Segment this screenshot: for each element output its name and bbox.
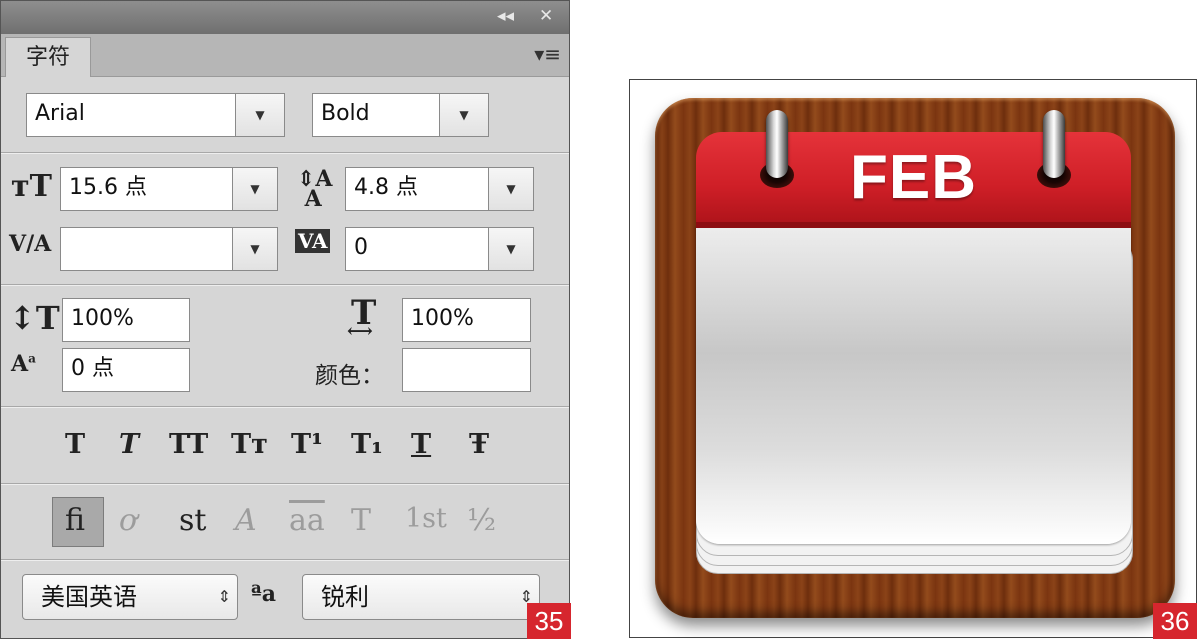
ordinals-button[interactable]: 1st — [405, 503, 447, 534]
discretionary-ligatures-button[interactable]: st — [179, 503, 206, 538]
calendar-icon-canvas: FEB — [629, 79, 1197, 638]
horizontal-scale-arrow-icon: ⟷ — [347, 321, 373, 342]
color-swatch[interactable] — [402, 348, 531, 392]
divider — [1, 406, 569, 408]
close-icon[interactable]: ✕ — [539, 6, 553, 26]
horizontal-scale-field[interactable]: 100% — [402, 298, 531, 342]
character-panel: ◂◂ ✕ 字符 ▾≡ Arial ▼ Bold ▼ ᴛT 15.6 点 ▼ ⇕A… — [0, 0, 570, 639]
tracking-dropdown[interactable]: ▼ — [488, 227, 534, 271]
fractions-button[interactable]: ½ — [467, 503, 496, 538]
font-style-field[interactable]: Bold — [312, 93, 440, 137]
faux-italic-button[interactable]: T — [119, 429, 139, 460]
panel-menu-icon[interactable]: ▾≡ — [534, 42, 561, 66]
divider — [1, 483, 569, 485]
language-value: 美国英语 — [41, 583, 137, 611]
divider — [1, 559, 569, 561]
kerning-icon: V/A — [9, 231, 52, 257]
font-family-field[interactable]: Arial — [26, 93, 236, 137]
strikethrough-button[interactable]: Ŧ — [469, 429, 489, 460]
stylistic-alternates-button[interactable]: aa — [289, 503, 325, 538]
figure-number-badge: 35 — [527, 603, 571, 639]
color-label: 颜色： — [315, 363, 384, 389]
standard-ligatures-button[interactable]: ﬁ — [65, 503, 85, 538]
leading-icon: ⇕A A — [297, 166, 333, 212]
titling-alternates-button[interactable]: T — [351, 503, 371, 538]
select-arrow-icon: ⇕ — [217, 587, 231, 606]
baseline-shift-icon: Aa — [11, 351, 36, 377]
kerning-dropdown[interactable]: ▼ — [232, 227, 278, 271]
divider — [1, 284, 569, 286]
panel-title-bar: ◂◂ ✕ — [1, 1, 569, 34]
faux-bold-button[interactable]: T — [65, 429, 85, 460]
swash-button[interactable]: A — [235, 503, 257, 538]
underline-button[interactable]: T — [411, 429, 431, 460]
font-family-dropdown[interactable]: ▼ — [235, 93, 285, 137]
font-size-dropdown[interactable]: ▼ — [232, 167, 278, 211]
antialias-select[interactable]: 锐利 ⇕ — [302, 574, 540, 620]
subscript-button[interactable]: T₁ — [351, 429, 383, 460]
binder-ring-right — [1043, 110, 1065, 178]
antialias-icon: ªa — [251, 581, 276, 607]
language-select[interactable]: 美国英语 ⇕ — [22, 574, 238, 620]
tab-row: 字符 ▾≡ — [1, 34, 569, 77]
baseline-shift-field[interactable]: 0 点 — [62, 348, 190, 392]
kerning-field[interactable] — [60, 227, 235, 271]
binder-ring-left — [766, 110, 788, 178]
font-size-field[interactable]: 15.6 点 — [60, 167, 235, 211]
collapse-icon[interactable]: ◂◂ — [497, 6, 514, 26]
tracking-icon: VA — [295, 229, 331, 253]
contextual-alternates-button[interactable]: ơ — [119, 503, 137, 538]
small-caps-button[interactable]: Tт — [231, 429, 268, 460]
tracking-field[interactable]: 0 — [345, 227, 491, 271]
figure-number-badge: 36 — [1153, 603, 1197, 639]
leading-field[interactable]: 4.8 点 — [345, 167, 491, 211]
vertical-scale-field[interactable]: 100% — [62, 298, 190, 342]
leading-dropdown[interactable]: ▼ — [488, 167, 534, 211]
antialias-value: 锐利 — [321, 583, 369, 611]
divider — [1, 152, 569, 154]
font-size-icon: ᴛT — [11, 169, 52, 204]
tab-character[interactable]: 字符 — [5, 37, 91, 77]
superscript-button[interactable]: T¹ — [291, 429, 323, 460]
calendar-sheet — [696, 226, 1131, 544]
all-caps-button[interactable]: TT — [169, 429, 208, 460]
vertical-scale-icon: ↕T — [9, 299, 60, 337]
font-style-dropdown[interactable]: ▼ — [439, 93, 489, 137]
